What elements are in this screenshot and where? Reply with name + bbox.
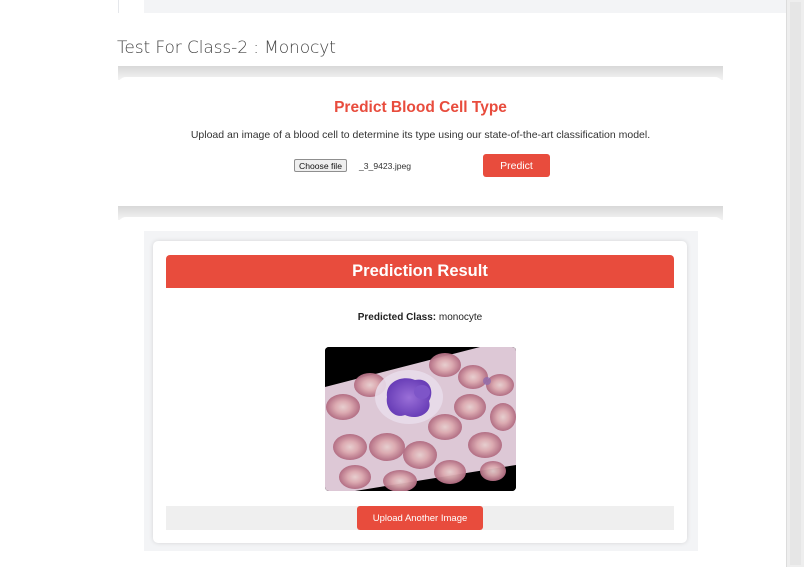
vertical-scrollbar[interactable] — [786, 0, 804, 567]
predicted-class-label: Predicted Class: — [357, 312, 437, 323]
blood-cell-image — [325, 347, 516, 491]
predicted-class-line: Predicted Class: monocyte — [153, 312, 687, 323]
result-background: Prediction Result Predicted Class: monoc… — [144, 231, 698, 551]
predict-button[interactable]: Predict — [483, 154, 550, 177]
upload-another-image-button[interactable]: Upload Another Image — [357, 506, 483, 530]
blood-cell-photo — [325, 347, 516, 491]
result-card: Prediction Result Predicted Class: monoc… — [153, 241, 687, 543]
top-strip-edge — [118, 0, 119, 13]
selected-file-name: _3_9423.jpeg — [359, 161, 412, 171]
result-header: Prediction Result — [166, 255, 674, 288]
predict-description: Upload an image of a blood cell to deter… — [190, 129, 651, 141]
predicted-class-value: monocyte — [438, 312, 483, 323]
predict-title: Predict Blood Cell Type — [334, 99, 507, 116]
result-footer: Upload Another Image — [166, 506, 674, 530]
choose-file-button[interactable]: Choose file — [294, 159, 347, 172]
previous-section-bottom — [144, 0, 786, 13]
scrollbar-thumb[interactable] — [790, 2, 801, 565]
predict-form-card: Predict Blood Cell Type Upload an image … — [118, 77, 723, 185]
section-heading: Test For Class-2 : Monocyt — [117, 38, 336, 58]
result-frame: Prediction Result Predicted Class: monoc… — [118, 217, 723, 551]
